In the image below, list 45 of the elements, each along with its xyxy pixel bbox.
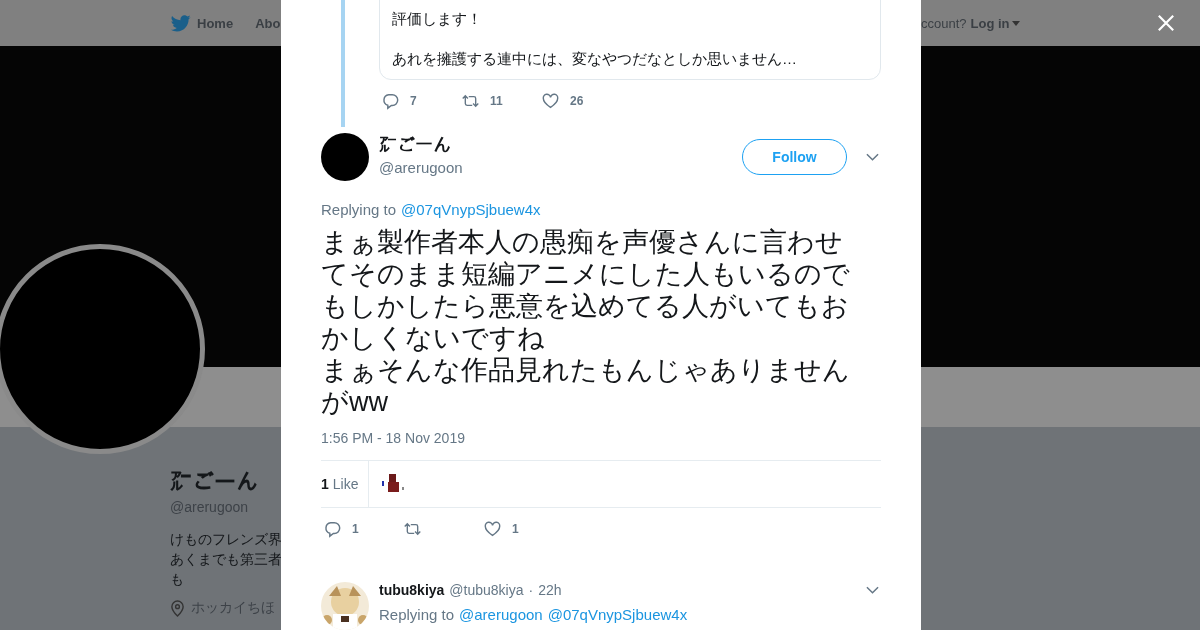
quoted-tweet-text: あれを擁護する連中には、変なやつだなとしか思いません… bbox=[392, 49, 798, 69]
action-count: 26 bbox=[570, 94, 584, 108]
user-avatar bbox=[321, 133, 369, 181]
bio-text: けものフレンズ界 bbox=[170, 530, 281, 549]
chevron-down-icon[interactable] bbox=[866, 586, 879, 594]
heart-icon[interactable] bbox=[483, 520, 502, 538]
like-count: 1 bbox=[321, 476, 329, 492]
follow-button[interactable]: Follow bbox=[742, 139, 847, 175]
nav-link[interactable]: Abo bbox=[255, 15, 281, 31]
caret-icon bbox=[1011, 20, 1020, 26]
bio-text: も bbox=[170, 570, 185, 589]
bird-icon bbox=[171, 14, 191, 32]
replying-label: Replying to bbox=[321, 201, 397, 218]
retweet-icon[interactable] bbox=[403, 520, 422, 538]
user-handle: @arerugoon bbox=[379, 158, 464, 176]
account-prompt: ccount? bbox=[921, 15, 967, 31]
profile-name: ㌃ごーん bbox=[170, 469, 259, 495]
heart-icon[interactable] bbox=[541, 92, 560, 110]
mention-link[interactable]: @arerugoon bbox=[459, 606, 543, 623]
tweet-text: まぁ製作者本人の愚痴を声優さんに言わせてそのまま短編アニメにした人もいるのでもしかしたら悪意を込めてる人がいてもおかしくないですね bbox=[321, 226, 851, 354]
tweet-text: まぁそんな作品見れたもんじゃありませんがww bbox=[321, 354, 851, 418]
action-count: 11 bbox=[490, 94, 503, 108]
close-icon[interactable] bbox=[1157, 14, 1175, 32]
like-label: Like bbox=[332, 476, 359, 492]
tweet-timestamp: 1:56 PM - 18 Nov 2019 bbox=[321, 430, 466, 446]
action-count: 7 bbox=[410, 94, 417, 108]
mention-link[interactable]: @07qVnypSjbuew4x bbox=[401, 201, 541, 218]
action-count: 1 bbox=[352, 522, 359, 536]
reply-icon[interactable] bbox=[323, 520, 342, 538]
mention-link[interactable]: @07qVnypSjbuew4x bbox=[547, 606, 688, 623]
location-pin-icon bbox=[170, 599, 185, 617]
bio-text: あくまでも第三者 bbox=[170, 550, 281, 569]
chevron-down-icon[interactable] bbox=[866, 153, 879, 161]
user-name: tubu8kiya bbox=[379, 582, 445, 598]
replying-label: Replying to bbox=[379, 606, 455, 623]
home-link[interactable]: Home bbox=[171, 14, 234, 32]
login-link[interactable]: Log in bbox=[970, 15, 1020, 31]
user-handle: @tubu8kiya bbox=[449, 582, 524, 598]
reply-icon[interactable] bbox=[381, 92, 400, 110]
separator-dot: · bbox=[528, 582, 534, 598]
quoted-tweet-text: 評価します！ bbox=[392, 9, 483, 29]
action-count: 1 bbox=[512, 522, 519, 536]
retweet-icon[interactable] bbox=[461, 92, 480, 110]
tweet-time: 22h bbox=[538, 582, 562, 598]
user-name: ㌃ごーん bbox=[379, 134, 452, 156]
